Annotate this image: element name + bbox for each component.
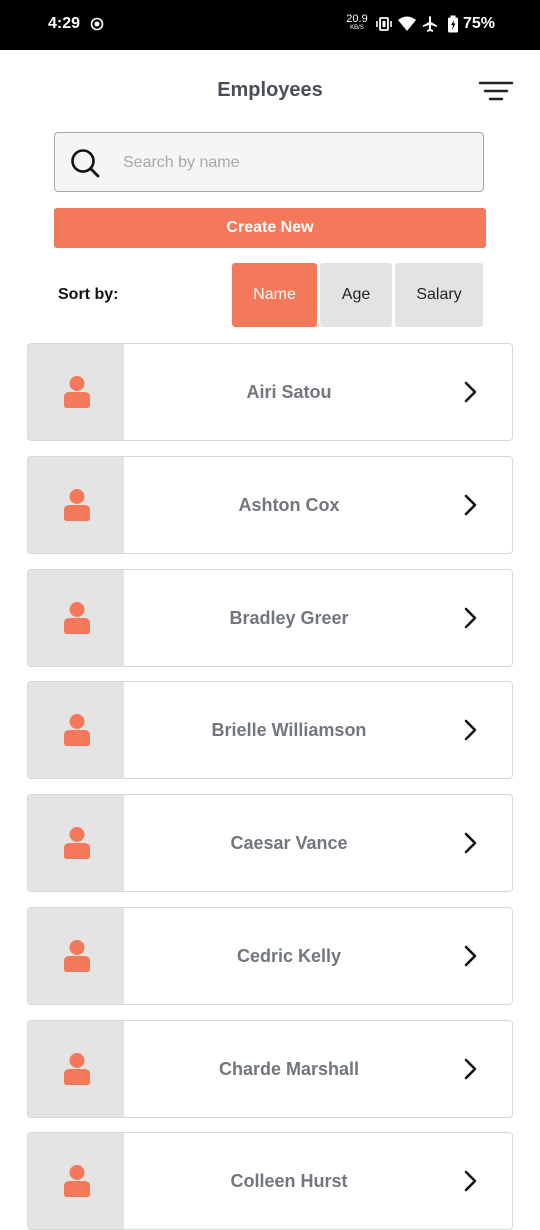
person-icon <box>64 602 90 634</box>
employee-card[interactable]: Airi Satou <box>27 343 513 441</box>
avatar <box>28 795 124 891</box>
sort-age-button[interactable]: Age <box>320 263 392 327</box>
chevron-right-icon <box>464 607 477 629</box>
employee-card[interactable]: Bradley Greer <box>27 569 513 667</box>
sort-name-button[interactable]: Name <box>232 263 317 327</box>
net-speed-unit: KB/S <box>350 25 364 31</box>
avatar <box>28 344 124 440</box>
employee-card[interactable]: Caesar Vance <box>27 794 513 892</box>
airplane-icon <box>423 16 437 32</box>
vibrate-icon <box>376 17 392 31</box>
employee-name: Caesar Vance <box>230 833 348 853</box>
page-title: Employees <box>217 79 323 101</box>
person-icon <box>64 1165 90 1197</box>
employee-name: Colleen Hurst <box>230 1171 348 1191</box>
avatar <box>28 570 124 666</box>
employee-card[interactable]: Cedric Kelly <box>27 907 513 1005</box>
avatar <box>28 1133 124 1229</box>
person-icon <box>64 940 90 972</box>
status-time: 4:29 <box>48 15 81 32</box>
avatar <box>28 1021 124 1117</box>
wifi-icon <box>398 16 416 31</box>
employee-card[interactable]: Charde Marshall <box>27 1020 513 1118</box>
employee-name: Bradley Greer <box>229 608 349 628</box>
status-bar: 4:29 20.9 KB/S 75% <box>0 0 540 50</box>
person-icon <box>64 1053 90 1085</box>
chevron-right-icon <box>464 1170 477 1192</box>
employee-card[interactable]: Ashton Cox <box>27 456 513 554</box>
create-new-button[interactable]: Create New <box>54 208 486 248</box>
chevron-right-icon <box>464 494 477 516</box>
avatar <box>28 908 124 1004</box>
filter-lines-icon <box>478 81 514 101</box>
person-icon <box>64 376 90 408</box>
sort-salary-button[interactable]: Salary <box>395 263 483 327</box>
filter-button[interactable] <box>476 76 516 108</box>
net-speed: 20.9 KB/S <box>344 14 370 33</box>
chevron-right-icon <box>464 719 477 741</box>
battery-icon <box>448 15 458 33</box>
search-input[interactable] <box>121 145 465 181</box>
chevron-right-icon <box>464 381 477 403</box>
employee-name: Cedric Kelly <box>236 946 342 966</box>
chevron-right-icon <box>464 832 477 854</box>
battery-percent: 75% <box>463 15 496 32</box>
avatar <box>28 457 124 553</box>
employee-name: Charde Marshall <box>218 1059 360 1079</box>
person-icon <box>64 827 90 859</box>
sort-label: Sort by: <box>58 286 119 303</box>
record-icon <box>90 17 104 31</box>
person-icon <box>64 714 90 746</box>
employee-card[interactable]: Colleen Hurst <box>27 1132 513 1230</box>
search-box[interactable] <box>54 132 484 192</box>
employee-card[interactable]: Brielle Williamson <box>27 681 513 779</box>
person-icon <box>64 489 90 521</box>
employee-name: Airi Satou <box>246 382 332 402</box>
chevron-right-icon <box>464 945 477 967</box>
avatar <box>28 682 124 778</box>
employee-name: Brielle Williamson <box>211 720 367 740</box>
employee-name: Ashton Cox <box>238 495 340 515</box>
search-icon <box>71 149 100 178</box>
chevron-right-icon <box>464 1058 477 1080</box>
